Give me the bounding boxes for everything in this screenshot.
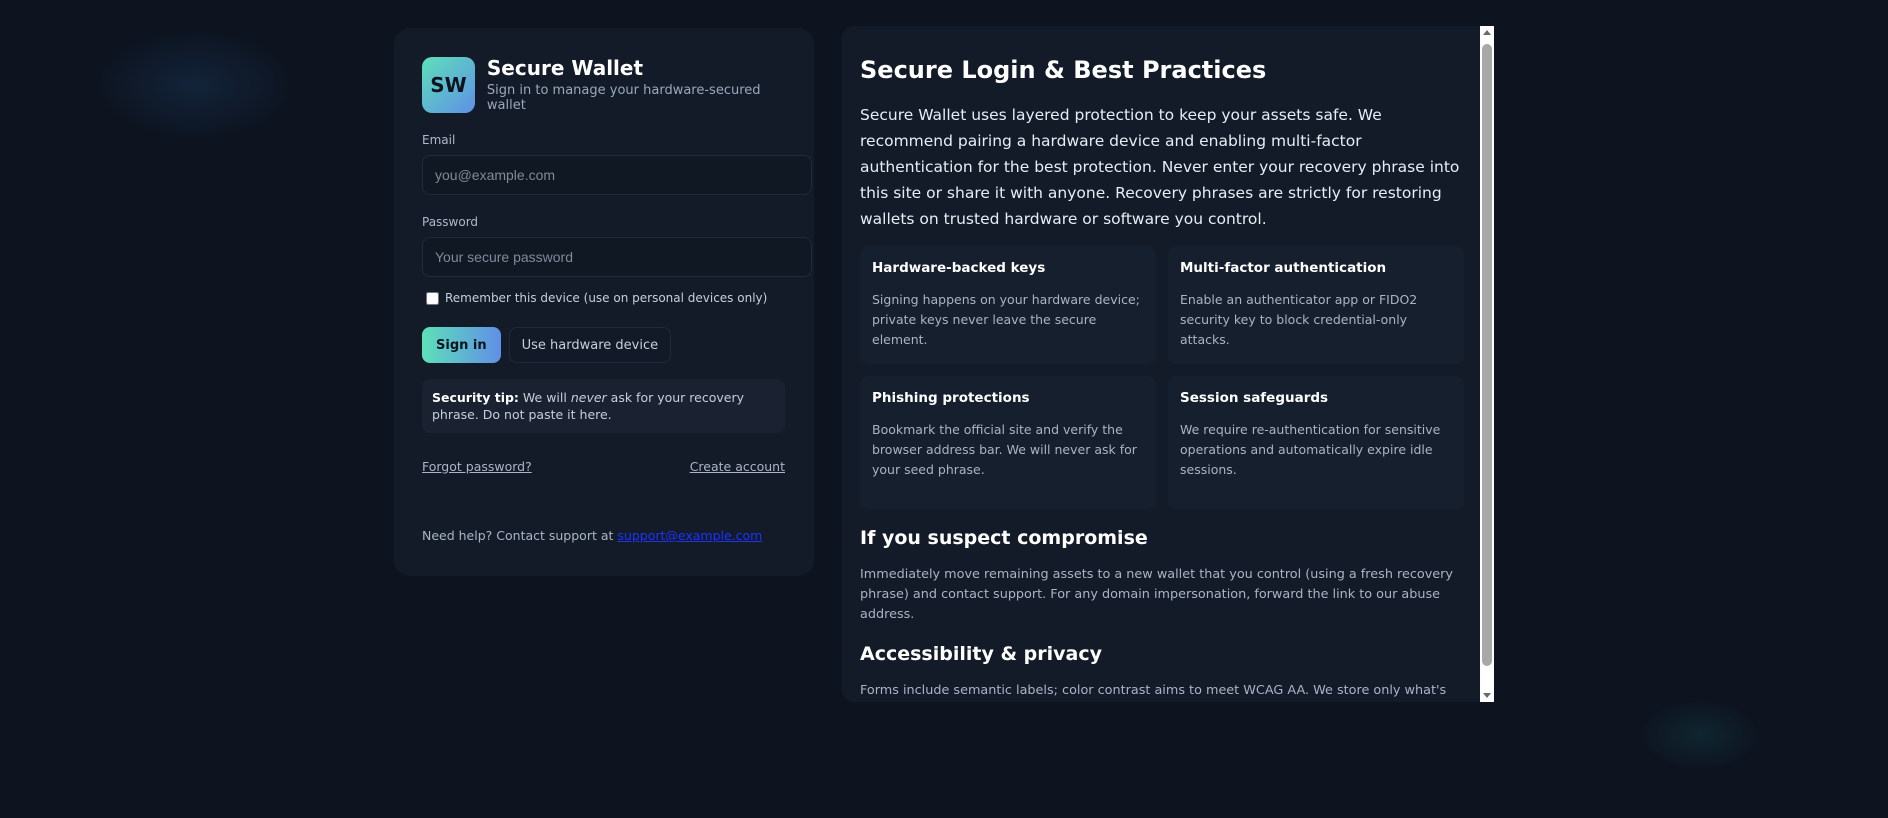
security-tip-emphasis: never [570,390,607,405]
help-text: Need help? Contact support at support@ex… [422,528,786,543]
feature-card-phishing: Phishing protections Bookmark the offici… [860,376,1156,509]
feature-body: Enable an authenticator app or FIDO2 sec… [1180,292,1418,347]
email-field[interactable] [422,155,812,195]
email-label: Email [422,133,456,147]
remember-device-label: Remember this device (use on personal de… [445,291,768,305]
feature-card-session: Session safeguards We require re-authent… [1168,376,1464,509]
use-hardware-device-button[interactable]: Use hardware device [508,327,672,363]
privacy-heading: Accessibility & privacy [860,643,1102,665]
scrollbar-thumb[interactable] [1482,44,1492,666]
login-card: SW Secure Wallet Sign in to manage your … [394,28,814,576]
sign-in-button[interactable]: Sign in [422,327,501,363]
compromise-text: Immediately move remaining assets to a n… [860,567,1453,622]
best-practices-panel: Secure Login & Best Practices Secure Wal… [842,26,1494,702]
scroll-up-arrow-icon[interactable] [1483,30,1491,35]
feature-title: Session safeguards [1180,390,1329,406]
account-links: Forgot password? Create account [422,459,785,474]
security-tip-label: Security tip: [432,390,519,405]
panel-intro: Secure Wallet uses layered protection to… [860,106,1460,228]
security-tip: Security tip: We will never ask for your… [422,379,785,433]
feature-title: Phishing protections [872,390,1030,406]
security-tip-text: We will [522,390,567,405]
feature-body: Signing happens on your hardware device;… [872,292,1140,347]
scroll-down-arrow-icon[interactable] [1483,693,1491,698]
compromise-heading: If you suspect compromise [860,527,1148,549]
app-title: Secure Wallet [486,56,644,80]
create-account-link[interactable]: Create account [690,459,785,474]
feature-card-mfa: Multi-factor authentication Enable an au… [1168,246,1464,364]
password-label: Password [422,215,479,229]
background-glow [95,30,295,140]
feature-title: Multi-factor authentication [1180,260,1387,276]
feature-title: Hardware-backed keys [872,260,1046,276]
panel-title: Secure Login & Best Practices [860,56,1267,84]
password-field[interactable] [422,237,812,277]
support-email-link[interactable]: support@example.com [617,528,762,543]
forgot-password-link[interactable]: Forgot password? [422,459,532,474]
button-row: Sign in Use hardware device [422,327,786,363]
feature-body: Bookmark the official site and verify th… [872,422,1137,477]
feature-body: We require re-authentication for sensiti… [1180,422,1441,477]
app-subtitle: Sign in to manage your hardware-secured … [486,83,761,113]
brand-text: Secure Wallet Sign in to manage your har… [487,56,786,113]
feature-card-hardware-keys: Hardware-backed keys Signing happens on … [860,246,1156,364]
panel-scrollbar[interactable] [1480,26,1494,702]
privacy-text: Forms include semantic labels; color con… [860,683,1447,698]
brand-header: SW Secure Wallet Sign in to manage your … [422,56,786,113]
help-label: Need help? Contact support at [422,528,614,543]
feature-grid: Hardware-backed keys Signing happens on … [860,246,1464,509]
app-logo: SW [422,56,475,113]
background-glow [1640,700,1760,770]
remember-device-checkbox[interactable] [426,291,439,305]
remember-device[interactable]: Remember this device (use on personal de… [422,291,786,305]
